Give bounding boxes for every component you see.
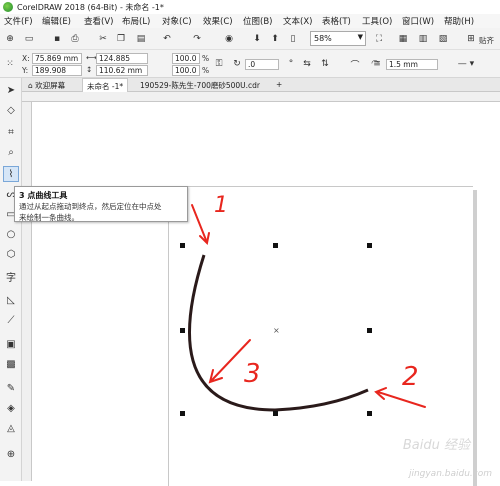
search-content-icon[interactable]: ◉ [222,32,236,46]
text-tool-icon[interactable]: 字 [3,268,19,284]
ellipse-tool-icon[interactable]: ○ [3,226,19,242]
zoom-level-select[interactable]: 58% ▼ [310,31,366,46]
percent-label: % [202,54,209,63]
drop-shadow-tool-icon[interactable]: ▣ [3,336,19,352]
parallel-dimension-tool-icon[interactable]: ◺ [3,292,19,308]
zoom-tool-icon[interactable]: ⌕ [3,144,19,160]
tooltip-body-line2: 来绘制一条曲线。 [19,213,183,223]
x-label: X: [22,54,30,63]
scale-width-field[interactable]: 100.0 [172,53,200,64]
undo-icon[interactable]: ↶ [160,32,174,46]
zoom-level-value: 58% [314,34,332,43]
scale-height-field[interactable]: 100.0 [172,65,200,76]
crop-tool-icon[interactable]: ⌗ [3,124,19,140]
outline-width-select[interactable]: 1.5 mm [386,59,438,70]
transparency-tool-icon[interactable]: ▩ [3,356,19,372]
print-icon[interactable]: ⎙ [68,32,82,46]
menu-table[interactable]: 表格(T) [322,15,351,27]
menu-file[interactable]: 文件(F) [4,15,33,27]
menu-help[interactable]: 帮助(H) [444,15,474,27]
y-label: Y: [22,66,28,75]
tab-chen-cdr[interactable]: 190529-陈先生-700磨砂500U.cdr [136,78,264,92]
degree-icon: ° [284,57,298,71]
menu-layout[interactable]: 布局(L) [122,15,150,27]
open-folder-icon[interactable]: ▭ [22,32,36,46]
menu-bar: 文件(F) 编辑(E) 查看(V) 布局(L) 对象(C) 效果(C) 位图(B… [0,14,500,28]
tooltip-title: 3 点曲线工具 [19,190,183,201]
add-tool-icon[interactable]: ⊕ [3,446,19,462]
menu-text[interactable]: 文本(X) [283,15,312,27]
vertical-ruler[interactable] [22,102,32,481]
copy-icon[interactable]: ❐ [114,32,128,46]
redo-icon[interactable]: ↷ [190,32,204,46]
polygon-tool-icon[interactable]: ⬡ [3,246,19,262]
document-tab-bar: ⌂ 欢迎屏幕 未命名 -1* 190529-陈先生-700磨砂500U.cdr … [0,78,500,92]
three-point-curve-tool-icon[interactable]: ⌇ [3,166,19,182]
x-position-field[interactable]: 75.869 mm [32,53,82,64]
paste-icon[interactable]: ▤ [134,32,148,46]
tooltip-body-line1: 通过从起点拖动到终点，然后定位在中点处 [19,202,183,212]
snap-to-icon[interactable]: ⊞ [464,32,478,46]
object-origin-icon[interactable]: ⁙ [3,57,17,71]
title-bar: CorelDRAW 2018 (64-Bit) - 未命名 -1* [0,0,500,14]
outline-width-icon: ≡ [370,57,384,71]
coreldraw-app-icon [3,2,13,12]
rotation-angle-field[interactable]: .0 [245,59,279,70]
toolbox: ➤ ◇ ⌗ ⌕ ⌇ ᔕ ▭ ○ ⬡ 字 ◺ ⟋ ▣ ▩ ✎ ◈ ◬ ⊕ [0,78,22,481]
window-title: CorelDRAW 2018 (64-Bit) - 未命名 -1* [17,2,164,13]
watermark-url: jingyan.baidu.com [409,469,492,479]
horizontal-ruler[interactable] [22,92,500,102]
add-tab-button[interactable]: + [272,78,286,92]
color-eyedropper-tool-icon[interactable]: ✎ [3,380,19,396]
save-icon[interactable]: ▪ [50,32,64,46]
line-style-select[interactable]: — ▾ [446,57,486,71]
menu-object[interactable]: 对象(C) [162,15,192,27]
tab-label: 欢迎屏幕 [35,81,65,90]
mirror-vertical-icon[interactable]: ⇅ [318,57,332,71]
grid-icon[interactable]: ▥ [416,32,430,46]
guidelines-icon[interactable]: ▧ [436,32,450,46]
watermark-logo: Baidu 经验 [403,434,470,453]
snap-to-label[interactable]: 贴齐 [479,35,494,46]
mirror-horizontal-icon[interactable]: ⇆ [300,57,314,71]
curve-node-icon[interactable]: ⌒ [348,57,362,71]
menu-view[interactable]: 查看(V) [84,15,113,27]
menu-effects[interactable]: 效果(C) [203,15,233,27]
cut-icon[interactable]: ✂ [96,32,110,46]
menu-edit[interactable]: 编辑(E) [42,15,71,27]
standard-toolbar: ⊕ ▭ ▪ ⎙ ✂ ❐ ▤ ↶ ↷ ◉ ⬇ ⬆ ▯ 58% ▼ ⛶ ▦ ▥ ▧ … [0,28,500,50]
interactive-fill-tool-icon[interactable]: ◈ [3,400,19,416]
menu-bitmaps[interactable]: 位图(B) [243,15,272,27]
width-field[interactable]: 124.885 mm [96,53,148,64]
tab-label: 190529-陈先生-700磨砂500U.cdr [140,81,260,90]
menu-window[interactable]: 窗口(W) [402,15,434,27]
height-field[interactable]: 110.62 mm [96,65,148,76]
export-icon[interactable]: ⬆ [268,32,282,46]
tab-untitled-1[interactable]: 未命名 -1* [82,78,128,92]
pick-tool-icon[interactable]: ➤ [3,82,19,98]
full-screen-icon[interactable]: ⛶ [372,32,386,46]
menu-tools[interactable]: 工具(O) [362,15,392,27]
tool-tooltip: 3 点曲线工具 通过从起点拖动到终点，然后定位在中点处 来绘制一条曲线。 [14,186,188,222]
publish-pdf-icon[interactable]: ▯ [286,32,300,46]
import-icon[interactable]: ⬇ [250,32,264,46]
y-position-field[interactable]: 189.908 mm [32,65,82,76]
new-document-icon[interactable]: ⊕ [3,32,17,46]
lock-ratio-icon[interactable]: ⚿ [212,57,226,71]
chevron-down-icon: ▼ [358,33,363,41]
shape-tool-icon[interactable]: ◇ [3,102,19,118]
rulers-icon[interactable]: ▦ [396,32,410,46]
connector-tool-icon[interactable]: ⟋ [3,312,19,328]
height-icon: ↕ [86,65,92,74]
rotation-icon: ↻ [230,57,244,71]
percent-label: % [202,66,209,75]
property-bar: ⁙ X: 75.869 mm Y: 189.908 mm ⟷ 124.885 m… [0,50,500,78]
tab-label: 未命名 -1* [87,82,123,91]
smart-fill-tool-icon[interactable]: ◬ [3,420,19,436]
tab-welcome-screen[interactable]: ⌂ 欢迎屏幕 [24,78,69,92]
